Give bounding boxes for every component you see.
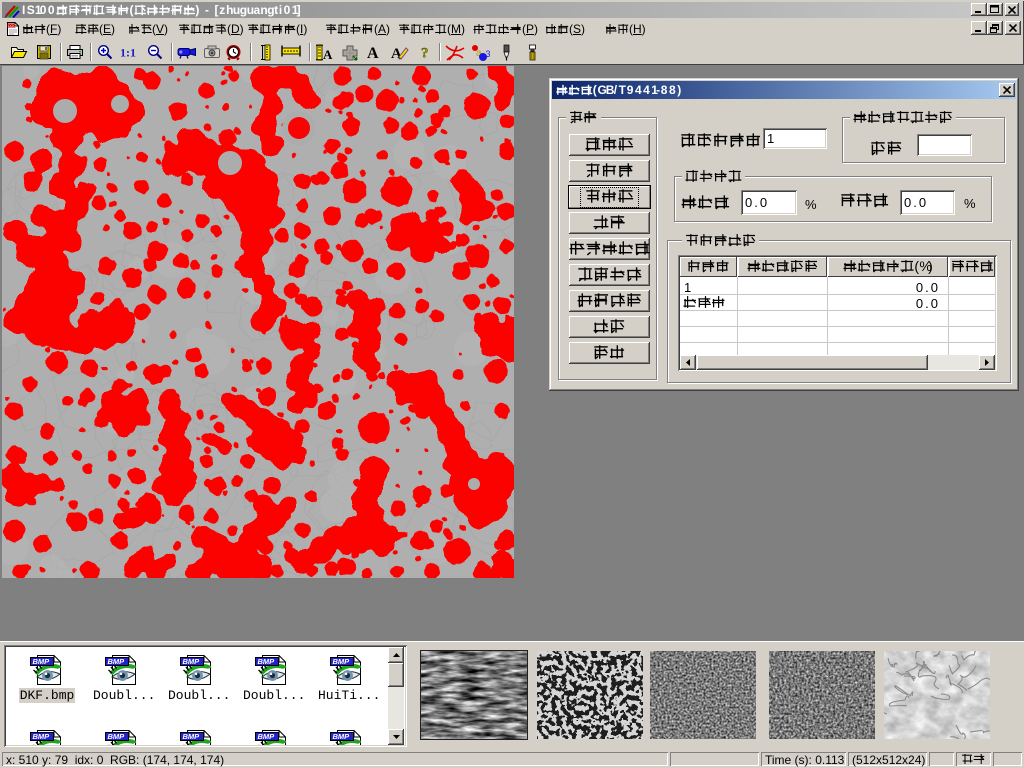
- svg-text:0: 0: [40, 3, 47, 17]
- svg-text:4: 4: [635, 83, 642, 97]
- svg-text:-: -: [205, 3, 209, 17]
- svg-text:4: 4: [643, 83, 650, 97]
- svg-text:I: I: [22, 3, 25, 17]
- svg-text:3: 3: [486, 49, 491, 59]
- svg-text:(: (: [130, 3, 134, 17]
- svg-text:DOC: DOC: [8, 24, 16, 28]
- svg-text:BMP: BMP: [258, 657, 276, 666]
- svg-text:S: S: [27, 3, 35, 17]
- svg-text:A: A: [367, 45, 379, 60]
- svg-text:/: /: [614, 83, 618, 97]
- svg-text:): ): [677, 83, 681, 97]
- svg-text:0: 0: [48, 3, 55, 17]
- svg-text:BMP: BMP: [183, 657, 201, 666]
- svg-text:8: 8: [669, 83, 676, 97]
- svg-text:0: 0: [284, 3, 291, 17]
- svg-text:BMP: BMP: [33, 732, 51, 741]
- svg-text:BMP: BMP: [258, 732, 276, 741]
- svg-text:BMP: BMP: [333, 732, 351, 741]
- svg-text:[: [: [215, 3, 219, 17]
- svg-text:T: T: [619, 83, 627, 97]
- svg-text:9: 9: [627, 83, 634, 97]
- svg-text:t: t: [274, 3, 278, 17]
- svg-text:BMP: BMP: [333, 657, 351, 666]
- svg-text:8: 8: [661, 83, 668, 97]
- svg-text:BMP: BMP: [183, 732, 201, 741]
- svg-text:(: (: [593, 83, 597, 97]
- svg-text:1:1: 1:1: [120, 46, 136, 60]
- svg-text:BMP: BMP: [108, 732, 126, 741]
- svg-text:): ): [195, 3, 199, 17]
- svg-text:i: i: [279, 3, 282, 17]
- svg-text:?: ?: [421, 46, 429, 61]
- svg-text:-: -: [656, 83, 660, 97]
- svg-text:): ): [928, 258, 933, 274]
- svg-text:BMP: BMP: [108, 657, 126, 666]
- svg-text:A: A: [323, 47, 333, 61]
- svg-text:BMP: BMP: [33, 657, 51, 666]
- svg-text:]: ]: [297, 3, 301, 17]
- svg-text:z: z: [219, 3, 225, 17]
